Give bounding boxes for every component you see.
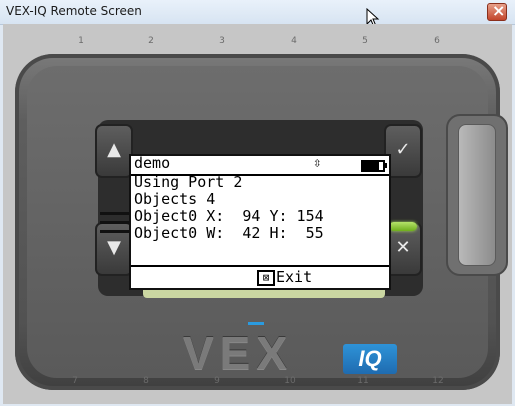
battery-level (363, 162, 379, 170)
exit-label: Exit (276, 268, 313, 286)
battery-slot-cover (458, 124, 496, 266)
port-label: 7 (72, 376, 78, 386)
port-label: 8 (143, 376, 149, 386)
lcd-line: Using Port 2 (134, 173, 243, 191)
status-led-icon (389, 222, 417, 231)
port-label: 12 (432, 376, 444, 386)
lcd-screen: demo ⇳ Using Port 2 Objects 4 Object0 X:… (129, 154, 391, 290)
top-port-labels: 1 2 3 4 5 6 (3, 36, 512, 52)
up-button[interactable]: ▲ (95, 124, 133, 178)
check-icon: ✓ (395, 139, 411, 160)
program-name: demo (134, 154, 171, 172)
port-label: 11 (357, 376, 369, 386)
exit-box-icon: ⊠ (257, 269, 275, 286)
port-label: 9 (214, 376, 220, 386)
up-arrow-icon: ▲ (107, 139, 121, 160)
logo-accent (248, 322, 264, 325)
window-title: VEX-IQ Remote Screen (6, 4, 142, 18)
lcd-line: Objects 4 (134, 190, 216, 208)
battery-tip (384, 163, 387, 168)
port-label: 4 (291, 36, 297, 46)
lcd-line: Object0 X: 94 Y: 154 (134, 207, 324, 225)
bottom-port-labels: 7 8 9 10 11 12 (3, 376, 512, 392)
vex-logo: VEX (183, 327, 294, 379)
window-titlebar[interactable]: VEX-IQ Remote Screen (0, 0, 515, 28)
battery-icon (361, 160, 385, 172)
port-label: 1 (78, 36, 84, 46)
port-label: 6 (434, 36, 440, 46)
port-label: 2 (148, 36, 154, 46)
port-label: 5 (362, 36, 368, 46)
close-icon[interactable] (487, 1, 507, 21)
up-down-icon: ⇳ (313, 155, 322, 171)
remote-screen-frame: 1 2 3 4 5 6 ▲ ▼ ✓ ✕ demo ⇳ Using Port 2 … (3, 24, 512, 404)
lcd-line: Object0 W: 42 H: 55 (134, 224, 324, 242)
lcd-footer-divider (131, 265, 389, 267)
port-label: 3 (219, 36, 225, 46)
port-label: 10 (284, 376, 296, 386)
battery-slot (446, 114, 508, 276)
exit-option[interactable]: ⊠ Exit (257, 268, 312, 286)
x-icon: ✕ (395, 237, 411, 258)
iq-logo: IQ (343, 344, 397, 374)
grip-lines-icon (100, 212, 130, 236)
